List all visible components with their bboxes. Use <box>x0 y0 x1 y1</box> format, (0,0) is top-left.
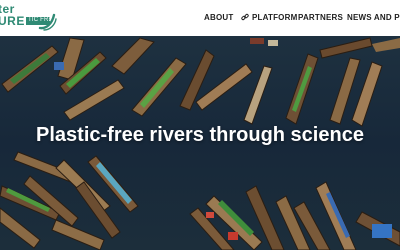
nav-item-partners[interactable]: PARTNERS <box>298 0 343 36</box>
link-icon <box>241 13 249 21</box>
nav-item-about[interactable]: ABOUT <box>204 0 233 36</box>
site-header: ter URE TIC FREE RIVERS ABOUT PLATFORM P… <box>0 0 400 36</box>
logo-swoosh-icon <box>38 13 57 31</box>
hero-banner: Plastic-free rivers through science <box>0 36 400 250</box>
hero-title: Plastic-free rivers through science <box>36 124 364 146</box>
nav-item-platform[interactable]: PLATFORM <box>241 0 297 36</box>
nav-item-platform-label: PLATFORM <box>252 13 298 22</box>
logo-word-bottom: URE <box>0 14 25 28</box>
nav-item-news-and-publications[interactable]: NEWS AND PUB <box>347 0 400 36</box>
site-logo[interactable]: ter URE TIC FREE RIVERS <box>0 0 62 36</box>
